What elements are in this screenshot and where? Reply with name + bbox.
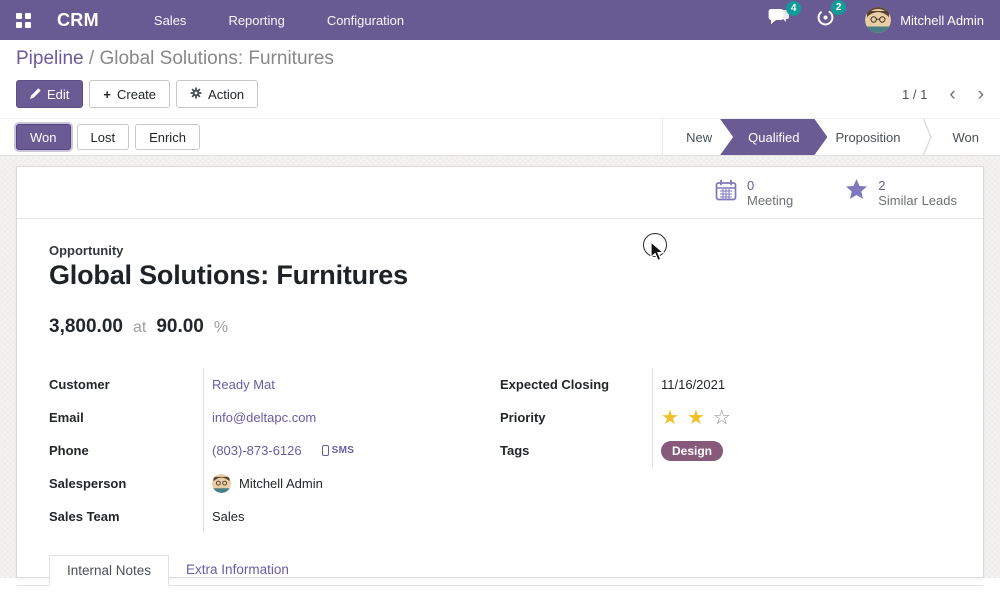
record-type-label: Opportunity [49,243,951,258]
won-button[interactable]: Won [16,124,71,150]
priority-label: Priority [500,401,653,434]
pager-next-icon[interactable]: › [978,85,984,104]
plus-icon: + [103,87,111,102]
percent-sign: % [214,319,228,337]
expected-revenue: 3,800.00 at 90.00 % [49,316,951,338]
app-name[interactable]: CRM [57,10,99,31]
activities-badge: 2 [831,0,846,15]
similar-leads-stat-button[interactable]: 2 Similar Leads [845,178,957,208]
statusbar-buttons: Won Lost Enrich [16,124,200,150]
email-value[interactable]: info@deltapc.com [212,410,316,425]
menu-reporting[interactable]: Reporting [207,13,305,28]
priority-star[interactable]: ☆ [713,408,731,428]
stage-qualified[interactable]: Qualified [720,119,827,155]
menu-configuration[interactable]: Configuration [306,13,425,28]
expected-closing-label: Expected Closing [500,368,653,401]
breadcrumb-pipeline-link[interactable]: Pipeline [16,48,84,69]
priority-star[interactable]: ★ [687,408,705,428]
apps-menu-icon[interactable] [16,13,31,28]
messages-button[interactable]: 4 [768,9,790,31]
sms-button[interactable]: SMS [322,445,355,456]
priority-star[interactable]: ★ [661,408,679,428]
phone-value[interactable]: (803)-873-6126 [212,443,302,458]
meeting-stat-button[interactable]: 0 Meeting [715,178,793,208]
tab-internal-notes[interactable]: Internal Notes [49,555,169,586]
gear-icon [190,87,202,102]
stage-pipeline: New Qualified Proposition Won [662,119,1000,155]
user-name[interactable]: Mitchell Admin [900,13,984,28]
meeting-label: Meeting [747,193,793,208]
breadcrumb-current: Global Solutions: Furnitures [99,48,333,69]
breadcrumb-separator: / [84,48,100,69]
activities-button[interactable]: 2 [816,8,835,32]
notebook-tabs: Internal Notes Extra Information [17,555,983,586]
field-groups: Customer Ready Mat Email info@deltapc.co… [49,368,951,533]
enrich-button[interactable]: Enrich [135,124,200,150]
tag-pill[interactable]: Design [661,441,723,461]
nav-menus: Sales Reporting Configuration [133,13,425,28]
navbar-right: 4 2 [742,7,984,33]
at-label: at [133,319,146,337]
control-panel-buttons: Edit + Create Action 1 / 1 ‹ [16,80,984,108]
lost-button[interactable]: Lost [77,124,130,150]
customer-value[interactable]: Ready Mat [212,377,275,392]
salesperson-value[interactable]: Mitchell Admin [239,476,323,491]
calendar-icon [715,179,737,206]
amount-value: 3,800.00 [49,316,123,338]
probability-value: 90.00 [156,316,204,338]
user-avatar[interactable] [865,7,891,33]
control-panel: Pipeline / Global Solutions: Furnitures … [0,40,1000,118]
breadcrumb: Pipeline / Global Solutions: Furnitures [16,48,984,70]
statusbar: Won Lost Enrich New Qualified Propositio… [0,118,1000,156]
salesperson-label: Salesperson [49,467,204,500]
tab-extra-information[interactable]: Extra Information [169,555,306,585]
top-navbar: CRM Sales Reporting Configuration 4 2 [0,0,1000,40]
stage-separator-icon [922,119,932,155]
mouse-cursor-icon [650,241,666,268]
stat-button-row: 0 Meeting 2 Similar Leads [17,167,983,219]
star-icon [845,179,868,206]
opportunity-title: Global Solutions: Furnitures [49,260,951,291]
customer-label: Customer [49,368,204,401]
stage-new[interactable]: New [665,119,733,155]
sheet-body: Opportunity Global Solutions: Furnitures… [17,219,983,533]
opportunity-sheet: 0 Meeting 2 Similar Leads Opportunity Gl… [16,166,984,578]
left-field-group: Customer Ready Mat Email info@deltapc.co… [49,368,500,533]
salesperson-avatar [212,474,231,493]
action-button[interactable]: Action [176,80,258,108]
meeting-count: 0 [747,178,793,193]
email-label: Email [49,401,204,434]
menu-sales[interactable]: Sales [133,13,208,28]
stage-proposition[interactable]: Proposition [814,119,921,155]
phone-label: Phone [49,434,204,467]
expected-closing-value[interactable]: 11/16/2021 [661,377,725,392]
similar-leads-label: Similar Leads [878,193,957,208]
pager-value: 1 / 1 [902,87,927,102]
pager: 1 / 1 ‹ › [902,85,984,104]
tags-label: Tags [500,434,653,467]
mobile-phone-icon [322,445,329,456]
create-button[interactable]: + Create [89,80,170,108]
pager-prev-icon[interactable]: ‹ [949,85,955,104]
edit-button[interactable]: Edit [16,80,83,108]
right-field-group: Expected Closing 11/16/2021 Priority ★ ★… [500,368,951,533]
stage-won[interactable]: Won [932,119,1000,155]
pencil-icon [30,87,41,102]
sales-team-value[interactable]: Sales [212,509,245,524]
sales-team-label: Sales Team [49,500,204,533]
priority-stars: ★ ★ ☆ [653,401,951,434]
messages-badge: 4 [786,1,801,16]
form-view-background: 0 Meeting 2 Similar Leads Opportunity Gl… [0,156,1000,578]
similar-leads-count: 2 [878,178,957,193]
